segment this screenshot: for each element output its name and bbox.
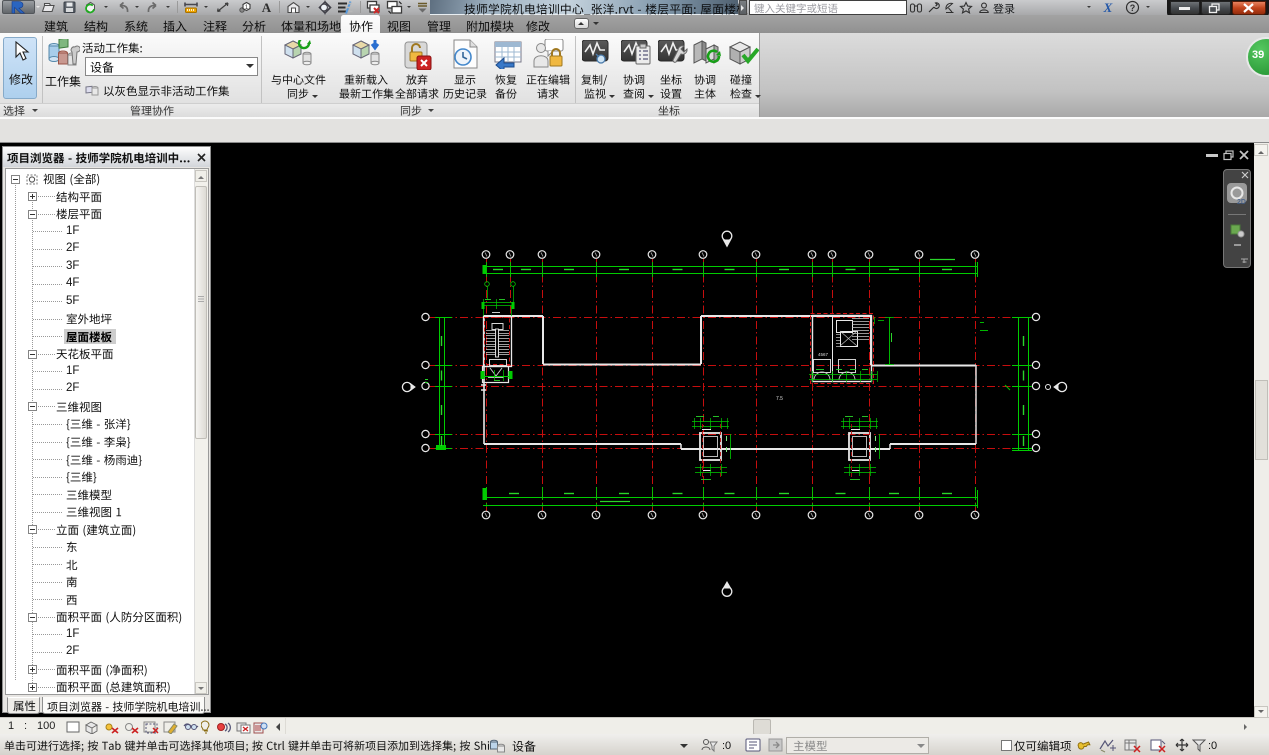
svg-text:?: ? <box>1130 3 1136 13</box>
svg-text:7.5: 7.5 <box>776 396 783 402</box>
svg-text:4567: 4567 <box>818 352 829 357</box>
